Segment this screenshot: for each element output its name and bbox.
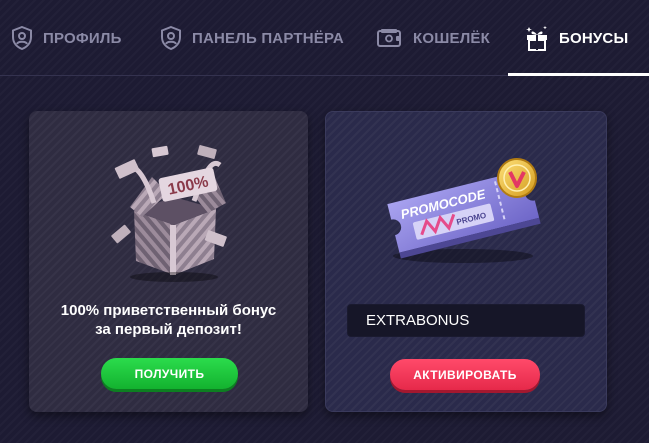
wallet-icon [377, 28, 403, 48]
gift-icon [525, 25, 549, 51]
tab-partner-panel-label: ПАНЕЛЬ ПАРТНЁРА [192, 29, 344, 47]
bonus-description-line1: 100% приветственный бонус [60, 302, 277, 319]
tab-bonuses[interactable]: БОНУСЫ [525, 0, 628, 76]
promocode-input[interactable] [347, 304, 585, 337]
user-shield-icon [11, 26, 33, 50]
activate-promocode-button[interactable]: АКТИВИРОВАТЬ [390, 359, 540, 390]
gift-box-image: 100% [94, 133, 244, 283]
bonus-description: 100% приветственный бонус за первый депо… [39, 301, 298, 339]
tab-bar: ПРОФИЛЬ ПАНЕЛЬ ПАРТНЁРА КОШЕЛЁК БОНУСЫ [0, 0, 649, 76]
tab-wallet-label: КОШЕЛЁК [413, 29, 491, 47]
get-bonus-button[interactable]: ПОЛУЧИТЬ [101, 358, 238, 389]
tab-profile[interactable]: ПРОФИЛЬ [11, 0, 122, 76]
bonus-description-line2: за первый депозит! [95, 321, 242, 338]
tab-bonuses-label: БОНУСЫ [559, 29, 629, 47]
tab-wallet[interactable]: КОШЕЛЁК [377, 0, 490, 76]
promocode-card: PROMOCODE PROMO АКТИВИРОВАТЬ [325, 111, 607, 412]
tab-partner-panel[interactable]: ПАНЕЛЬ ПАРТНЁРА [160, 0, 344, 76]
user-shield-icon [160, 26, 182, 50]
tab-profile-label: ПРОФИЛЬ [43, 29, 122, 47]
active-tab-indicator [508, 73, 649, 76]
promocode-ticket-image: PROMOCODE PROMO [371, 148, 556, 268]
welcome-bonus-card: 100% 100% приветственный бонус за первый… [29, 111, 308, 412]
